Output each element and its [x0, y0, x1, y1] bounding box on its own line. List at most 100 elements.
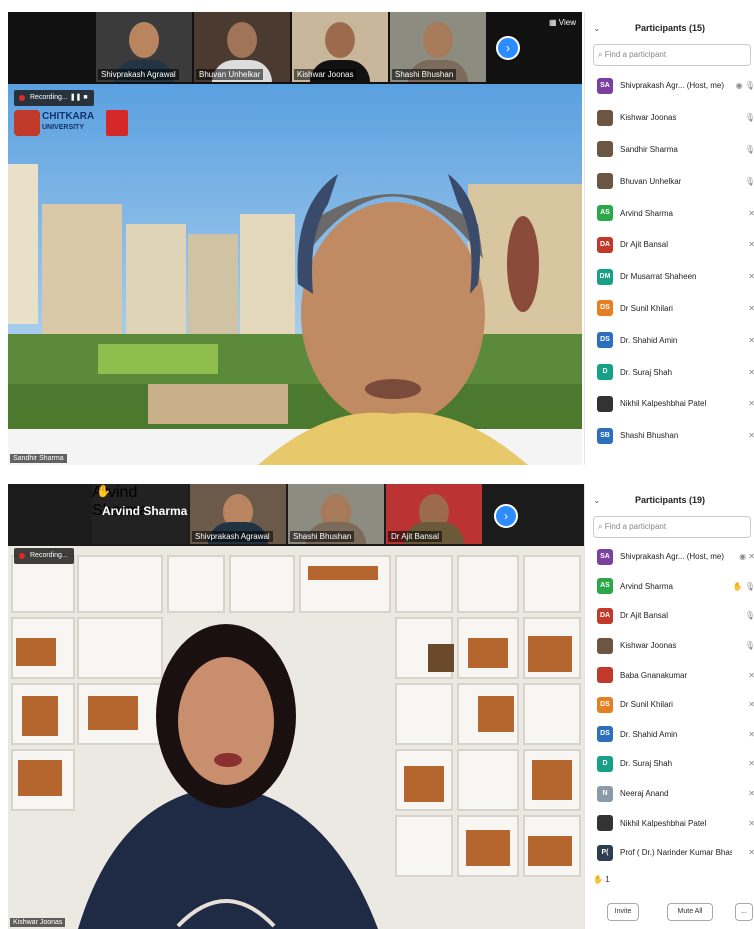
participant-row[interactable]: D Dr. Suraj Shah ✕: [585, 356, 754, 388]
participant-name: Kishwar Joonas: [620, 113, 677, 123]
mic-status-icon[interactable]: ✕: [748, 789, 754, 798]
participant-row[interactable]: N Neeraj Anand ✕: [585, 779, 754, 809]
mic-status-icon[interactable]: 🎙: [745, 611, 754, 620]
recording-label: Recording...: [30, 552, 68, 559]
participant-row[interactable]: AS Arvind Sharma ✕: [585, 197, 754, 229]
mic-status-icon[interactable]: ✕: [748, 671, 754, 680]
participant-row[interactable]: DS Dr. Shahid Amin ✕: [585, 720, 754, 750]
mic-status-icon[interactable]: ✕: [748, 399, 754, 408]
avatar: SA: [597, 548, 613, 565]
mic-status-icon[interactable]: ✕: [748, 759, 754, 768]
thumbnail-video[interactable]: Shivprakash Agrawal: [96, 12, 192, 82]
avatar: AS: [597, 578, 613, 595]
more-options-button[interactable]: ...: [735, 903, 753, 921]
participant-row[interactable]: SB Shashi Bhushan ✕: [585, 420, 754, 452]
search-input[interactable]: ⌕ Find a participant: [593, 44, 751, 66]
thumbnail-name: Shivprakash Agrawal: [98, 69, 179, 80]
avatar: [597, 637, 613, 654]
mic-status-icon[interactable]: ✕: [748, 272, 754, 281]
participant-name: Dr. Suraj Shah: [620, 367, 673, 377]
mic-status-icon[interactable]: 🎙: [745, 641, 754, 650]
participant-row[interactable]: DA Dr Ajit Bansal 🎙: [585, 601, 754, 631]
panel-header: ⌄ Participants (15): [585, 12, 754, 44]
avatar: P(: [597, 844, 613, 861]
recording-indicator[interactable]: Recording...: [14, 548, 74, 564]
avatar: [597, 395, 613, 412]
participant-name: Dr. Shahid Amin: [620, 335, 678, 345]
mic-status-icon[interactable]: ✕: [748, 431, 754, 440]
recording-indicator[interactable]: Recording... ❚❚ ■: [14, 90, 94, 106]
active-speaker-name: Sandhir Sharma: [10, 454, 67, 463]
next-page-button[interactable]: ›: [494, 504, 518, 528]
participant-row[interactable]: SA Shivprakash Agr... (Host, me) ◉ ✕: [585, 542, 754, 572]
chevron-down-icon[interactable]: ⌄: [593, 484, 601, 516]
mic-status-icon[interactable]: ◉ ✕: [739, 552, 754, 561]
mic-status-icon[interactable]: ✕: [748, 304, 754, 313]
video-area: ✋ Arvind Sharma Arvind Sharma Shivprakas…: [8, 484, 584, 929]
mic-status-icon[interactable]: ✕: [748, 730, 754, 739]
participant-row[interactable]: Nikhil Kalpeshbhai Patel ✕: [585, 388, 754, 420]
participant-row[interactable]: Nikhil Kalpeshbhai Patel ✕: [585, 808, 754, 838]
thumbnail-video[interactable]: Shivprakash Agrawal: [190, 484, 286, 544]
participant-name: Sandhir Sharma: [620, 144, 678, 154]
avatar: DS: [597, 726, 613, 743]
thumbnail-video[interactable]: Shashi Bhushan: [288, 484, 384, 544]
active-speaker-tile[interactable]: ✋ Arvind Sharma Arvind Sharma: [92, 484, 188, 544]
chitkara-logo: CHITKARA UNIVERSITY: [14, 108, 128, 138]
participant-row[interactable]: Sandhir Sharma 🎙: [585, 134, 754, 166]
participant-row[interactable]: Bhuvan Unhelkar 🎙: [585, 165, 754, 197]
participant-row[interactable]: Kishwar Joonas 🎙: [585, 631, 754, 661]
avatar: [597, 141, 613, 158]
thumbnail-video[interactable]: Bhuvan Unhelkar: [194, 12, 290, 82]
top-zoom-window: Shivprakash Agrawal Bhuvan Unhelkar Kish…: [0, 0, 754, 468]
active-speaker-video: Recording... ❚❚ ■ CHITKARA UNIVERSITY Sa…: [8, 84, 582, 465]
mic-status-icon[interactable]: ✕: [748, 368, 754, 377]
next-page-button[interactable]: ›: [496, 36, 520, 60]
thumbnail-strip: Shivprakash Agrawal Bhuvan Unhelkar Kish…: [8, 12, 582, 84]
search-icon: ⌕: [598, 50, 603, 59]
mic-status-icon[interactable]: ◉ 🎙: [736, 81, 754, 90]
bottom-zoom-window: ✋ Arvind Sharma Arvind Sharma Shivprakas…: [0, 478, 754, 929]
mic-status-icon[interactable]: ✕: [748, 336, 754, 345]
mic-status-icon[interactable]: 🎙: [745, 145, 754, 154]
thumbnail-video[interactable]: Shashi Bhushan: [390, 12, 486, 82]
participant-row[interactable]: AS Arvind Sharma ✋ 🎙: [585, 572, 754, 602]
avatar: D: [597, 755, 613, 772]
participant-row[interactable]: SA Shivprakash Agr... (Host, me) ◉ 🎙: [585, 70, 754, 102]
active-speaker-video: Recording... Kishwar Joonas: [8, 546, 584, 929]
mic-status-icon[interactable]: ✕: [748, 819, 754, 828]
search-placeholder: Find a participant: [604, 50, 667, 59]
mic-status-icon[interactable]: ✕: [748, 848, 754, 857]
mic-status-icon[interactable]: ✕: [748, 240, 754, 249]
participant-row[interactable]: DA Dr Ajit Bansal ✕: [585, 229, 754, 261]
avatar: SA: [597, 77, 613, 94]
participant-row[interactable]: DS Dr Sunil Khilari ✕: [585, 293, 754, 325]
thumbnail-video[interactable]: Dr Ajit Bansal: [386, 484, 482, 544]
participant-row[interactable]: DS Dr Sunil Khilari ✕: [585, 690, 754, 720]
mute-all-button[interactable]: Mute All: [667, 903, 713, 921]
participant-name: Shivprakash Agr... (Host, me): [620, 81, 725, 91]
participant-row[interactable]: DM Dr Musarrat Shaheen ✕: [585, 261, 754, 293]
mic-status-icon[interactable]: ✋ 🎙: [733, 582, 754, 591]
thumbnail-name: Dr Ajit Bansal: [388, 531, 443, 542]
participant-row[interactable]: DS Dr. Shahid Amin ✕: [585, 324, 754, 356]
search-input[interactable]: ⌕ Find a participant: [593, 516, 751, 538]
participant-row[interactable]: D Dr. Suraj Shah ✕: [585, 749, 754, 779]
chevron-down-icon[interactable]: ⌄: [593, 12, 601, 44]
participant-row[interactable]: Baba Gnanakumar ✕: [585, 660, 754, 690]
participant-row[interactable]: P(Prof ( Dr.) Narinder Kumar Bhas... ✕: [585, 838, 754, 868]
thumbnail-strip: ✋ Arvind Sharma Arvind Sharma Shivprakas…: [8, 484, 584, 546]
mic-status-icon[interactable]: 🎙: [745, 177, 754, 186]
participant-row[interactable]: Kishwar Joonas 🎙: [585, 102, 754, 134]
thumbnail-video[interactable]: Kishwar Joonas: [292, 12, 388, 82]
participant-name: Shivprakash Agr... (Host, me): [620, 552, 725, 562]
raised-hand-icon: ✋: [593, 875, 603, 884]
avatar: DA: [597, 607, 613, 624]
mic-status-icon[interactable]: ✕: [748, 700, 754, 709]
view-button[interactable]: ▦ View: [549, 18, 576, 27]
raised-hands-value: 1: [605, 875, 610, 884]
mic-status-icon[interactable]: ✕: [748, 209, 754, 218]
mic-status-icon[interactable]: 🎙: [745, 113, 754, 122]
invite-button[interactable]: Invite: [607, 903, 639, 921]
participant-name: Dr Musarrat Shaheen: [620, 272, 697, 282]
